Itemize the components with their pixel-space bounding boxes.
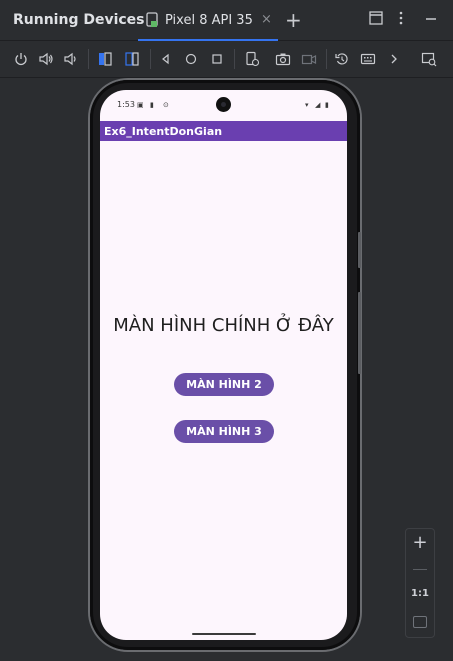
window-icon[interactable] <box>421 51 437 67</box>
add-tab-icon[interactable]: + <box>285 8 302 32</box>
toolbar-separator <box>234 49 235 69</box>
reset-icon[interactable] <box>334 51 350 67</box>
keyboard-icon[interactable] <box>360 51 376 67</box>
battery-icon: ▮ <box>325 101 329 109</box>
volume-down-icon[interactable] <box>63 51 79 67</box>
tab-label: Pixel 8 API 35 <box>165 13 253 28</box>
toolbar-separator <box>326 49 327 69</box>
notification-icon: ▣ <box>137 101 144 109</box>
tab-pixel-8-api-35[interactable]: Pixel 8 API 35 × <box>138 0 278 41</box>
phone-volume-button <box>358 292 361 374</box>
zoom-fit-icon[interactable] <box>413 616 427 628</box>
device-info-icon[interactable] <box>244 51 260 67</box>
device-screen[interactable]: 1:53 ▣ ▮ ⊙ ▾ ◢ ▮ Ex6_IntentDonGian MÀN H… <box>100 90 347 640</box>
app-title: Ex6_IntentDonGian <box>104 125 223 138</box>
title-bar: Running Devices Pixel 8 API 35 × + <box>0 0 453 41</box>
gesture-nav-bar[interactable] <box>192 633 256 635</box>
main-screen-text: MÀN HÌNH CHÍNH Ở ĐÂY <box>113 315 334 336</box>
storage-icon: ▮ <box>150 101 154 109</box>
app-bar: Ex6_IntentDonGian <box>100 121 347 141</box>
zoom-actual-size-button[interactable]: 1:1 <box>406 588 434 599</box>
panel-title: Running Devices <box>13 12 145 28</box>
rotate-left-icon[interactable] <box>97 51 113 67</box>
screen-2-button[interactable]: MÀN HÌNH 2 <box>174 373 274 396</box>
window-options-icon[interactable] <box>369 10 383 29</box>
status-bar: 1:53 ▣ ▮ ⊙ ▾ ◢ ▮ <box>100 90 347 120</box>
zoom-controls: + 1:1 <box>405 528 435 638</box>
more-options-icon[interactable] <box>398 10 404 29</box>
tab-close-icon[interactable]: × <box>261 12 272 27</box>
more-icon[interactable] <box>386 51 402 67</box>
hide-panel-icon[interactable] <box>424 10 438 29</box>
volume-up-icon[interactable] <box>38 51 54 67</box>
overview-icon[interactable] <box>209 51 225 67</box>
screen-3-button[interactable]: MÀN HÌNH 3 <box>174 420 274 443</box>
front-camera <box>216 97 231 112</box>
zoom-in-icon[interactable]: + <box>406 532 434 553</box>
toolbar-separator <box>150 49 151 69</box>
device-toolbar <box>0 41 453 78</box>
camera-icon[interactable] <box>275 51 291 67</box>
zoom-out-icon[interactable] <box>413 569 427 570</box>
device-tab-icon <box>146 12 158 31</box>
sync-icon: ⊙ <box>163 101 169 109</box>
power-icon[interactable] <box>13 51 29 67</box>
wifi-icon: ▾ <box>305 101 309 109</box>
toolbar-separator <box>88 49 89 69</box>
back-icon[interactable] <box>158 51 174 67</box>
rotate-right-icon[interactable] <box>124 51 140 67</box>
phone-power-button <box>358 232 361 268</box>
screenrecord-icon[interactable] <box>301 51 317 67</box>
signal-icon: ◢ <box>315 101 321 109</box>
status-time: 1:53 <box>117 100 135 109</box>
home-icon[interactable] <box>183 51 199 67</box>
